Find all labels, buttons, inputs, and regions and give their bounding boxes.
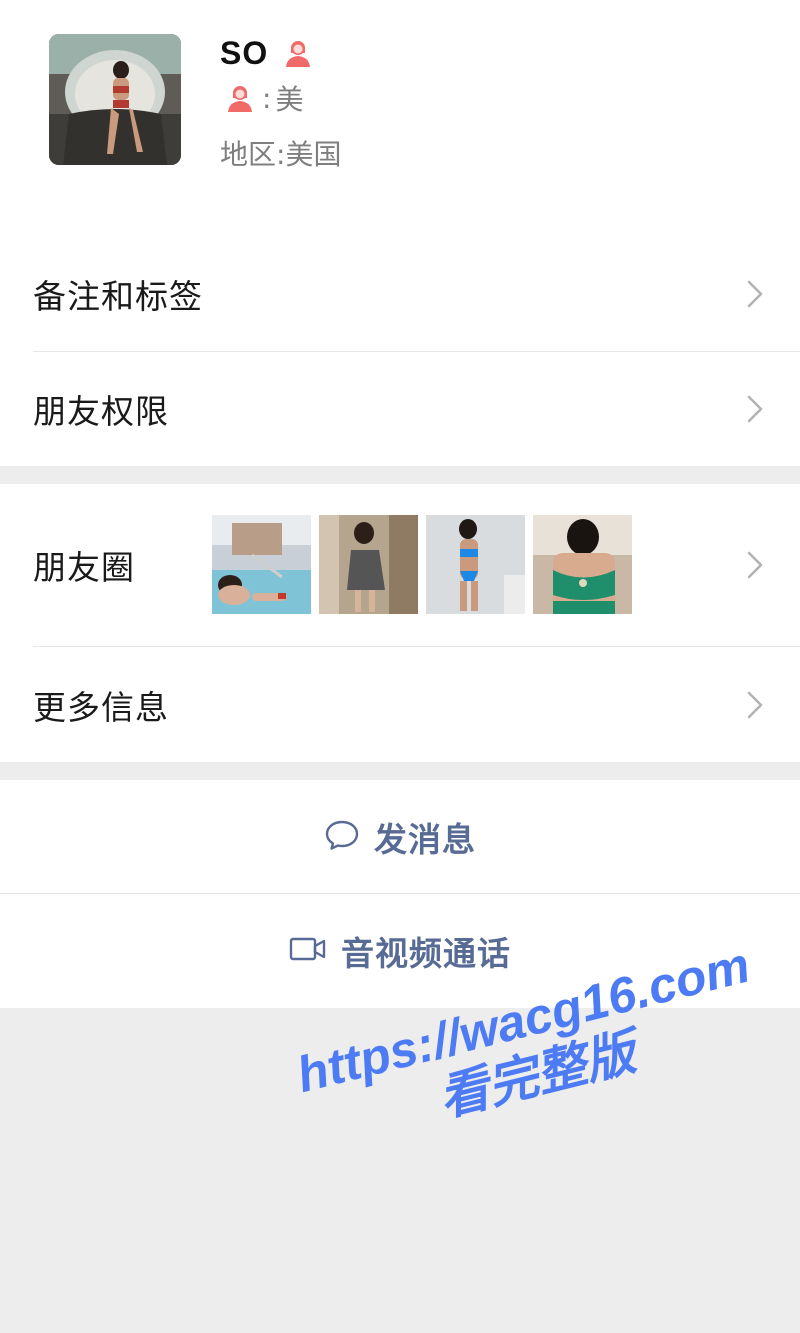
profile-header: SO : 美 地区: 美国 [0,0,800,237]
moments-thumbnail [533,515,632,614]
speech-bubble-icon [324,819,360,855]
chevron-right-icon [744,277,766,311]
nickname: SO [220,34,269,71]
video-call-label: 音视频通话 [341,934,511,973]
moments-group: 朋友圈 更多信息 [0,484,800,762]
wechat-id-row: : 美 [220,78,303,118]
wechat-id-value: 美 [275,83,304,116]
region-row: 地区: 美国 [220,132,341,174]
chevron-right-icon [744,688,766,722]
settings-group: 备注和标签 朋友权限 [0,237,800,466]
moments-thumbnail [212,515,311,614]
send-message-label: 发消息 [374,819,476,859]
video-camera-icon [289,935,327,967]
wechat-id-label: : [262,81,272,115]
chevron-right-icon [744,392,766,426]
friend-permissions-label: 朋友权限 [33,392,169,431]
more-info-label: 更多信息 [33,687,169,727]
moments-thumbnail [426,515,525,614]
remark-and-tags-cell[interactable]: 备注和标签 [0,237,800,351]
send-message-button[interactable]: 发消息 [0,780,800,893]
region-label: 地区: [220,138,286,171]
female-person-icon [224,82,256,114]
nickname-row: SO [220,30,314,76]
avatar[interactable] [49,34,181,165]
female-person-icon [282,37,314,69]
region-value: 美国 [285,138,342,171]
remark-and-tags-label: 备注和标签 [33,277,203,316]
moments-thumbnail [319,515,418,614]
moments-label: 朋友圈 [33,548,135,587]
more-info-cell[interactable]: 更多信息 [0,647,800,762]
chevron-right-icon [744,548,766,582]
moments-cell[interactable]: 朋友圈 [0,484,800,646]
moments-thumbnails [212,515,632,614]
friend-permissions-cell[interactable]: 朋友权限 [0,352,800,466]
